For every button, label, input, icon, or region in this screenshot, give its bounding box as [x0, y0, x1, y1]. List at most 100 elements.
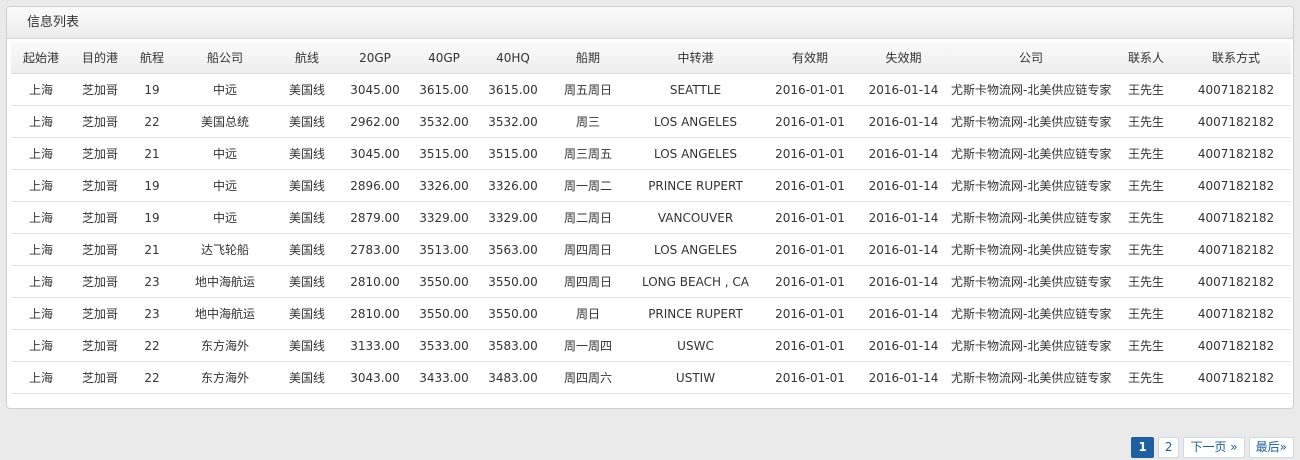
table-row: 上海 芝加哥 22 美国总统 美国线 2962.00 3532.00 3532.00 周三 LOS…	[11, 105, 1291, 138]
table-cell: 美国线	[275, 329, 339, 362]
table-cell: 3513.00	[411, 233, 477, 266]
table-cell: 上海	[11, 265, 71, 298]
table-cell: 中远	[175, 137, 275, 170]
table-cell: 2016-01-01	[764, 201, 856, 234]
page-2-button[interactable]: 2	[1157, 437, 1180, 458]
table-cell: 尤斯卡物流网-北美供应链专家	[951, 201, 1111, 234]
table-cell: LOS ANGELES	[627, 137, 764, 170]
table-cell: 上海	[11, 137, 71, 170]
table-cell: 4007182182	[1181, 233, 1291, 266]
table-cell: 尤斯卡物流网-北美供应链专家	[951, 137, 1111, 170]
table-header-row: 起始港 目的港 航程 船公司 航线 20GP 40GP 40HQ 船期 中转港 有效期 失效期 公司 联系…	[11, 42, 1291, 74]
table-cell: 2016-01-14	[856, 297, 951, 330]
table-cell: 芝加哥	[71, 105, 129, 138]
table-cell: 4007182182	[1181, 361, 1291, 394]
table-cell: 3329.00	[411, 201, 477, 234]
table-cell: 3326.00	[477, 169, 549, 202]
panel-title: 信息列表	[7, 7, 1293, 39]
table-cell: 4007182182	[1181, 137, 1291, 170]
column-header: 中转港	[627, 42, 764, 74]
table-cell: 21	[129, 137, 175, 170]
info-list-panel: 信息列表 起始港 目的港 航程 船公司 航线 20GP 40GP 40HQ 船期 中转港 有效期 失效…	[6, 6, 1294, 409]
table-cell: 美国线	[275, 169, 339, 202]
table-cell: 21	[129, 233, 175, 266]
column-header: 联系方式	[1181, 42, 1291, 74]
table-cell: 2016-01-14	[856, 73, 951, 106]
info-table: 起始港 目的港 航程 船公司 航线 20GP 40GP 40HQ 船期 中转港 有效期 失效期 公司 联系…	[11, 42, 1291, 394]
table-cell: 2962.00	[339, 105, 411, 138]
table-cell: 上海	[11, 361, 71, 394]
table-cell: 芝加哥	[71, 73, 129, 106]
table-cell: 上海	[11, 233, 71, 266]
table-cell: 周四周六	[549, 361, 627, 394]
table-cell: LOS ANGELES	[627, 105, 764, 138]
table-cell: 美国线	[275, 361, 339, 394]
pagination: 1 2 下一页 » 最后»	[1131, 437, 1294, 458]
column-header: 起始港	[11, 42, 71, 74]
table-cell: 尤斯卡物流网-北美供应链专家	[951, 265, 1111, 298]
table-cell: LOS ANGELES	[627, 233, 764, 266]
table-cell: 2016-01-14	[856, 169, 951, 202]
table-cell: 4007182182	[1181, 73, 1291, 106]
table-cell: 尤斯卡物流网-北美供应链专家	[951, 233, 1111, 266]
table-cell: USTIW	[627, 361, 764, 394]
table-cell: 上海	[11, 329, 71, 362]
table-cell: 2810.00	[339, 265, 411, 298]
table-cell: 4007182182	[1181, 297, 1291, 330]
table-cell: 美国总统	[175, 105, 275, 138]
column-header: 40GP	[411, 42, 477, 74]
table-cell: 芝加哥	[71, 297, 129, 330]
table-cell: 3583.00	[477, 329, 549, 362]
table-cell: 2016-01-01	[764, 297, 856, 330]
table-row: 上海 芝加哥 23 地中海航运 美国线 2810.00 3550.00 3550.00 周四周日…	[11, 265, 1291, 298]
column-header: 目的港	[71, 42, 129, 74]
table-cell: 3329.00	[477, 201, 549, 234]
table-cell: 中远	[175, 169, 275, 202]
table-cell: 2016-01-01	[764, 361, 856, 394]
table-cell: 王先生	[1111, 137, 1181, 170]
column-header: 联系人	[1111, 42, 1181, 74]
table-cell: 3515.00	[477, 137, 549, 170]
table-cell: 2016-01-14	[856, 361, 951, 394]
table-cell: 地中海航运	[175, 297, 275, 330]
table-cell: 3550.00	[411, 265, 477, 298]
table-cell: 周三	[549, 105, 627, 138]
table-cell: PRINCE RUPERT	[627, 297, 764, 330]
table-cell: 上海	[11, 105, 71, 138]
table-cell: 周四周日	[549, 265, 627, 298]
table-cell: 3515.00	[411, 137, 477, 170]
table-cell: 2016-01-01	[764, 233, 856, 266]
table-row: 上海 芝加哥 21 中远 美国线 3045.00 3515.00 3515.00 周三周五 LOS…	[11, 137, 1291, 170]
last-page-button[interactable]: 最后»	[1248, 437, 1294, 458]
table-row: 上海 芝加哥 23 地中海航运 美国线 2810.00 3550.00 3550.00 周日 PR…	[11, 297, 1291, 330]
table-cell: 23	[129, 265, 175, 298]
table-cell: 2896.00	[339, 169, 411, 202]
table-row: 上海 芝加哥 19 中远 美国线 3045.00 3615.00 3615.00 周五周日 SEA…	[11, 73, 1291, 106]
table-cell: VANCOUVER	[627, 201, 764, 234]
table-cell: 23	[129, 297, 175, 330]
page-1-button[interactable]: 1	[1131, 437, 1154, 458]
table-row: 上海 芝加哥 19 中远 美国线 2896.00 3326.00 3326.00 周一周二 PRI…	[11, 169, 1291, 202]
table-row: 上海 芝加哥 22 东方海外 美国线 3133.00 3533.00 3583.00 周一周四 U…	[11, 329, 1291, 362]
table-cell: 2016-01-01	[764, 137, 856, 170]
table-cell: 4007182182	[1181, 329, 1291, 362]
table-cell: 美国线	[275, 201, 339, 234]
table-cell: PRINCE RUPERT	[627, 169, 764, 202]
table-cell: 芝加哥	[71, 201, 129, 234]
table-cell: 2810.00	[339, 297, 411, 330]
table-cell: 王先生	[1111, 233, 1181, 266]
table-cell: 上海	[11, 297, 71, 330]
column-header: 20GP	[339, 42, 411, 74]
table-cell: 2016-01-14	[856, 329, 951, 362]
table-cell: 芝加哥	[71, 137, 129, 170]
table-cell: 王先生	[1111, 297, 1181, 330]
table-cell: 美国线	[275, 233, 339, 266]
table-row: 上海 芝加哥 22 东方海外 美国线 3043.00 3433.00 3483.00 周四周六 U…	[11, 361, 1291, 394]
table-cell: 3043.00	[339, 361, 411, 394]
table-cell: 22	[129, 361, 175, 394]
table-cell: 王先生	[1111, 265, 1181, 298]
table-cell: 美国线	[275, 265, 339, 298]
next-page-button[interactable]: 下一页 »	[1183, 437, 1245, 458]
table-cell: 3550.00	[477, 297, 549, 330]
table-cell: 芝加哥	[71, 361, 129, 394]
